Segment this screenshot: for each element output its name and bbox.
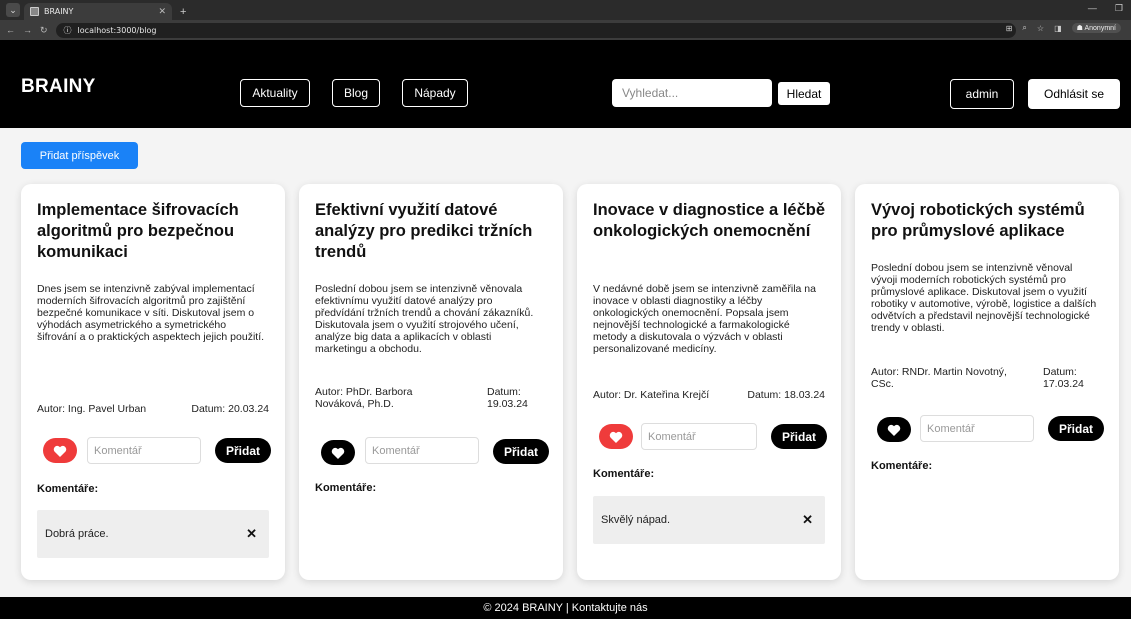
comments-title: Komentáře: (593, 468, 655, 480)
footer-text[interactable]: © 2024 BRAINY | Kontaktujte nás (483, 602, 647, 614)
like-button[interactable] (877, 417, 911, 442)
post-meta: Autor: PhDr. Barbora Nováková, Ph.D. Dat… (315, 386, 547, 410)
post-date: Datum: 19.03.24 (487, 386, 528, 410)
comment-input[interactable]: Komentář (920, 415, 1034, 442)
favicon-icon (30, 7, 39, 16)
browser-tab[interactable]: BRAINY ✕ (24, 3, 172, 20)
address-bar[interactable]: ⓘ localhost:3000/blog (55, 22, 1016, 38)
post-meta: Autor: RNDr. Martin Novotný, CSc. Datum:… (871, 366, 1103, 390)
post-meta: Autor: Ing. Pavel Urban Datum: 20.03.24 (37, 403, 269, 415)
comment-input[interactable]: Komentář (641, 423, 757, 450)
like-button[interactable] (599, 424, 633, 449)
heart-icon (331, 447, 345, 459)
back-icon[interactable]: ← (6, 25, 15, 35)
minimize-icon[interactable]: — (1088, 3, 1097, 14)
post-title: Implementace šifrovacích algoritmů pro b… (37, 201, 239, 261)
like-button[interactable] (43, 438, 77, 463)
delete-comment-icon[interactable]: ✕ (246, 526, 257, 542)
post-date: Datum: 17.03.24 (1043, 366, 1084, 390)
profile-label: Anonymní (1084, 25, 1116, 32)
add-comment-button[interactable]: Přidat (215, 438, 271, 463)
post-author: Autor: Dr. Kateřina Krejčí (593, 389, 710, 401)
tab-search-icon[interactable]: ⌄ (6, 3, 20, 17)
comment-item: Dobrá práce. ✕ (37, 510, 269, 558)
post-card: Implementace šifrovacích algoritmů pro b… (21, 184, 285, 580)
comments-title: Komentáře: (871, 460, 933, 472)
window-controls: — ❐ (1088, 3, 1123, 14)
post-body: Poslední dobou jsem se intenzivně věnova… (871, 262, 1097, 334)
brand-logo[interactable]: BRAINY (21, 76, 96, 98)
new-tab-icon[interactable]: + (180, 6, 186, 18)
toolbar-actions: ⊞ ⌕ ☆ ◨ ☗ Anonymní (1006, 23, 1121, 33)
translate-icon[interactable]: ⊞ (1006, 24, 1013, 33)
add-post-button[interactable]: Přidat příspěvek (21, 142, 138, 169)
nav-napady[interactable]: Nápady (402, 79, 468, 107)
search-button[interactable]: Hledat (778, 82, 830, 105)
add-comment-button[interactable]: Přidat (1048, 416, 1104, 441)
zoom-icon[interactable]: ⌕ (1022, 23, 1026, 33)
incognito-badge[interactable]: ☗ Anonymní (1071, 23, 1121, 33)
nav-aktuality[interactable]: Aktuality (240, 79, 310, 107)
post-body: V nedávné době jsem se intenzivně zaměři… (593, 283, 816, 355)
post-author: Autor: Ing. Pavel Urban (37, 403, 147, 415)
comment-input[interactable]: Komentář (365, 437, 479, 464)
post-title: Vývoj robotických systémů pro průmyslové… (871, 201, 1085, 240)
post-meta: Autor: Dr. Kateřina Krejčí Datum: 18.03.… (593, 389, 825, 401)
tab-title: BRAINY (44, 7, 74, 16)
user-button[interactable]: admin (950, 79, 1014, 109)
maximize-icon[interactable]: ❐ (1115, 3, 1123, 14)
post-body: Poslední dobou jsem se intenzivně věnova… (315, 283, 534, 355)
heart-icon (609, 431, 623, 443)
post-card: Inovace v diagnostice a léčbě onkologick… (577, 184, 841, 580)
site-footer: © 2024 BRAINY | Kontaktujte nás (0, 597, 1131, 619)
forward-icon[interactable]: → (23, 25, 32, 35)
browser-toolbar: ← → ↻ ⓘ localhost:3000/blog ⊞ ⌕ ☆ ◨ ☗ An… (0, 20, 1131, 40)
post-date: Datum: 20.03.24 (191, 403, 269, 415)
post-title: Inovace v diagnostice a léčbě onkologick… (593, 201, 826, 240)
close-icon[interactable]: ✕ (158, 7, 166, 17)
star-icon[interactable]: ☆ (1037, 24, 1044, 33)
comment-item: Skvělý nápad. ✕ (593, 496, 825, 544)
comment-text: Skvělý nápad. (601, 514, 671, 526)
sidebar-icon[interactable]: ◨ (1054, 24, 1062, 33)
heart-icon (887, 424, 901, 436)
reload-icon[interactable]: ↻ (40, 25, 48, 36)
post-date: Datum: 18.03.24 (747, 389, 825, 401)
comment-input[interactable]: Komentář (87, 437, 201, 464)
heart-icon (53, 445, 67, 457)
comment-text: Dobrá práce. (45, 528, 109, 540)
site-info-icon[interactable]: ⓘ (64, 25, 72, 36)
post-card: Efektivní využití datové analýzy pro pre… (299, 184, 563, 580)
post-card: Vývoj robotických systémů pro průmyslové… (855, 184, 1119, 580)
browser-tab-strip: ⌄ BRAINY ✕ + — ❐ (0, 0, 1131, 20)
search-input[interactable]: Vyhledat... (612, 79, 772, 107)
comments-title: Komentáře: (37, 483, 99, 495)
post-title: Efektivní využití datové analýzy pro pre… (315, 201, 533, 261)
comments-title: Komentáře: (315, 482, 377, 494)
post-body: Dnes jsem se intenzivně zabýval implemen… (37, 283, 265, 343)
add-comment-button[interactable]: Přidat (771, 424, 827, 449)
logout-button[interactable]: Odhlásit se (1028, 79, 1120, 109)
url-text: localhost:3000/blog (77, 25, 157, 35)
post-author: Autor: RNDr. Martin Novotný, CSc. (871, 366, 1007, 390)
post-author: Autor: PhDr. Barbora Nováková, Ph.D. (315, 386, 413, 410)
add-comment-button[interactable]: Přidat (493, 439, 549, 464)
like-button[interactable] (321, 440, 355, 465)
nav-blog[interactable]: Blog (332, 79, 380, 107)
delete-comment-icon[interactable]: ✕ (802, 512, 813, 528)
